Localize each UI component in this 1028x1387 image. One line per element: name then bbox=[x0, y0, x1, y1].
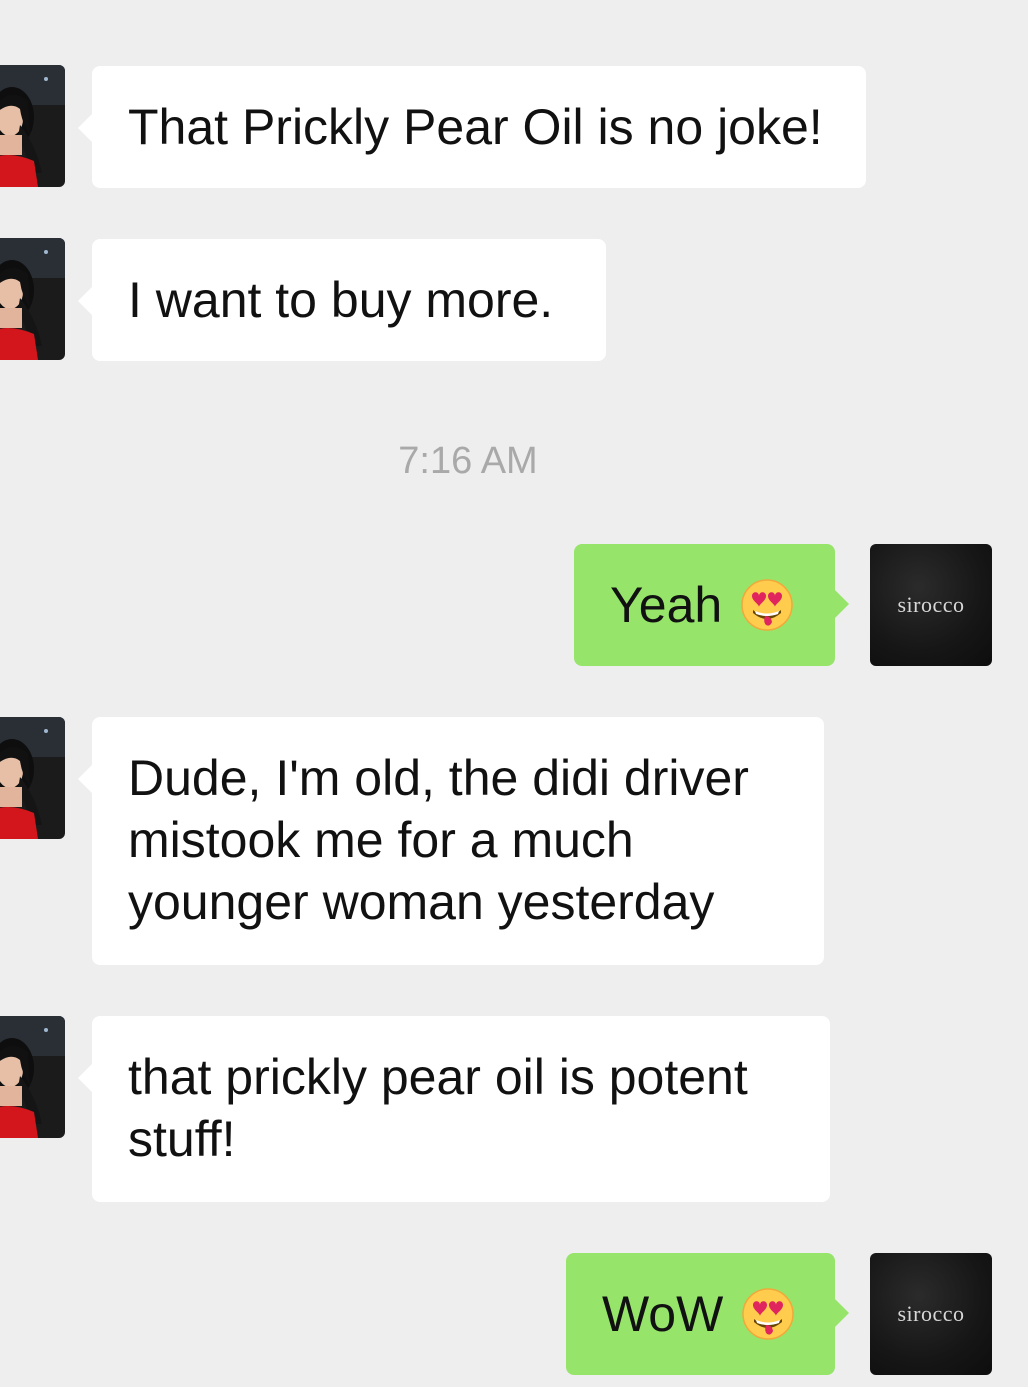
message-text: That Prickly Pear Oil is no joke! bbox=[128, 99, 823, 155]
friend-photo-image bbox=[0, 717, 65, 839]
my-avatar[interactable]: sirocco bbox=[870, 1253, 992, 1375]
message-bubble-incoming[interactable]: I want to buy more. bbox=[78, 239, 606, 361]
message-text: Dude, I'm old, the didi driver mistook m… bbox=[128, 750, 749, 930]
heart-eyes-tongue-emoji-icon bbox=[741, 1287, 795, 1341]
message-text: that prickly pear oil is potent stuff! bbox=[128, 1049, 748, 1167]
message-bubble-outgoing[interactable]: WoW bbox=[566, 1253, 849, 1375]
message-bubble-outgoing[interactable]: Yeah bbox=[574, 544, 849, 666]
sirocco-logo: sirocco bbox=[897, 1301, 965, 1326]
message-text: I want to buy more. bbox=[128, 272, 554, 328]
friend-photo-image bbox=[0, 1016, 65, 1138]
message-bubble-incoming[interactable]: that prickly pear oil is potent stuff! bbox=[78, 1016, 830, 1202]
message-text: Yeah bbox=[610, 577, 723, 633]
my-avatar[interactable]: sirocco bbox=[870, 544, 992, 666]
friend-avatar[interactable] bbox=[0, 1016, 65, 1138]
friend-avatar[interactable] bbox=[0, 717, 65, 839]
friend-avatar[interactable] bbox=[0, 65, 65, 187]
message-bubble-incoming[interactable]: That Prickly Pear Oil is no joke! bbox=[78, 66, 866, 188]
heart-eyes-tongue-emoji-icon bbox=[740, 578, 794, 632]
message-bubble-incoming[interactable]: Dude, I'm old, the didi driver mistook m… bbox=[78, 717, 824, 965]
friend-photo-image bbox=[0, 65, 65, 187]
message-timestamp: 7:16 AM bbox=[398, 440, 538, 482]
message-text: WoW bbox=[602, 1286, 724, 1342]
friend-photo-image bbox=[0, 238, 65, 360]
sirocco-logo: sirocco bbox=[897, 592, 965, 617]
friend-avatar[interactable] bbox=[0, 238, 65, 360]
